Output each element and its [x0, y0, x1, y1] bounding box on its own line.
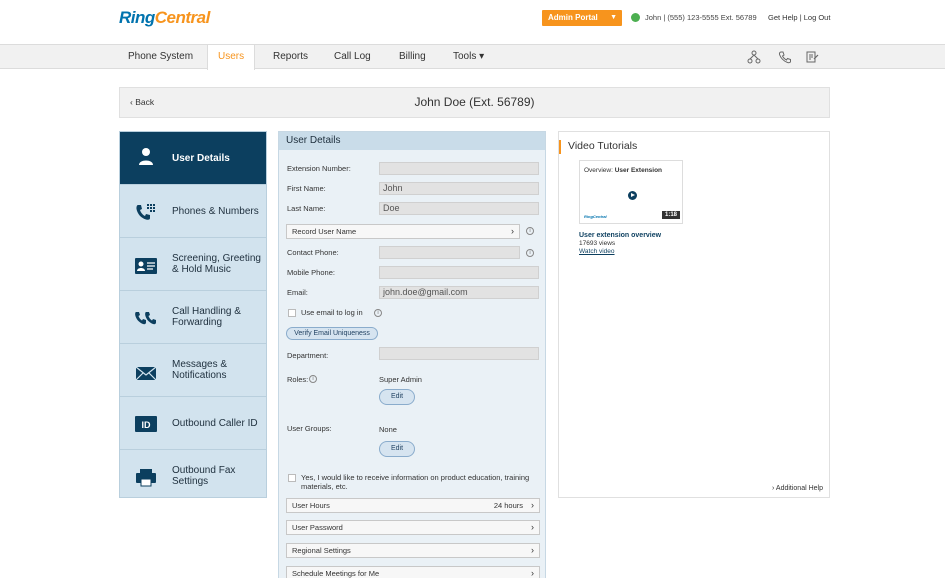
nav-reports[interactable]: Reports — [273, 45, 308, 69]
page-header: ‹ Back John Doe (Ext. 56789) — [119, 87, 830, 118]
chevron-right-icon: › — [531, 522, 534, 532]
fax-icon — [136, 469, 156, 487]
status-check-icon — [631, 13, 640, 22]
additional-help-link[interactable]: › Additional Help — [772, 485, 823, 492]
info-icon[interactable]: i — [309, 375, 317, 383]
use-email-login-label: Use email to log in — [301, 308, 363, 317]
form-title: User Details — [279, 132, 545, 150]
chevron-right-icon: › — [531, 568, 534, 578]
sidebar-item-screening-greeting[interactable]: Screening, Greeting & Hold Music — [120, 238, 266, 291]
video-views: 17693 views — [579, 240, 616, 247]
user-hours-value: 24 hours — [493, 501, 523, 510]
caller-id-icon: ID — [135, 416, 157, 432]
chevron-down-icon: ▼ — [610, 14, 617, 21]
fax-compose-icon[interactable] — [805, 50, 819, 64]
call-forward-icon — [135, 312, 156, 325]
opt-in-checkbox[interactable] — [288, 474, 296, 482]
groups-edit-button[interactable]: Edit — [379, 441, 415, 457]
email-field[interactable]: john.doe@gmail.com — [379, 286, 539, 299]
user-details-form: User Details Extension Number: First Nam… — [278, 131, 546, 578]
email-label: Email: — [287, 288, 308, 297]
get-help-link[interactable]: Get Help — [768, 13, 798, 22]
sidebar-item-outbound-fax[interactable]: Outbound Fax Settings — [120, 450, 266, 503]
watch-video-link[interactable]: Watch video — [579, 248, 615, 255]
user-info-text: John | (555) 123-5555 Ext. 56789 — [645, 13, 757, 22]
id-card-icon — [135, 258, 157, 274]
nav-users[interactable]: Users — [207, 45, 256, 70]
user-hours-row[interactable]: User Hours 24 hours › — [286, 498, 540, 513]
video-thumbnail[interactable]: Overview: User Extension RingCentral 1:1… — [579, 160, 683, 224]
accent-bar — [559, 140, 561, 154]
sidebar-item-phones-numbers[interactable]: Phones & Numbers — [120, 185, 266, 238]
department-label: Department: — [287, 351, 329, 360]
roles-edit-button[interactable]: Edit — [379, 389, 415, 405]
settings-sidebar: User Details Phones & Numbers Screening,… — [119, 131, 267, 498]
org-chart-icon[interactable] — [747, 50, 761, 64]
thumbnail-logo: RingCentral — [584, 214, 607, 219]
roles-label: Roles: — [287, 375, 309, 384]
video-tutorials-panel: Video Tutorials Overview: User Extension… — [558, 131, 830, 498]
nav-billing[interactable]: Billing — [399, 45, 426, 69]
ringcentral-logo[interactable]: RingCentral — [119, 8, 210, 28]
department-field[interactable] — [379, 347, 539, 360]
top-links: Get Help | Log Out — [768, 13, 831, 22]
chevron-right-icon: › — [511, 226, 514, 236]
nav-phone-system[interactable]: Phone System — [128, 45, 193, 69]
nav-call-log[interactable]: Call Log — [334, 45, 371, 69]
first-name-field[interactable]: John — [379, 182, 539, 195]
svg-text:ID: ID — [142, 420, 152, 430]
user-groups-label: User Groups: — [287, 424, 332, 433]
nav-tools[interactable]: Tools ▾ — [453, 45, 484, 69]
user-groups-value: None — [379, 425, 397, 434]
envelope-icon — [135, 366, 157, 381]
admin-portal-button[interactable]: Admin Portal ▼ — [542, 10, 622, 26]
chevron-right-icon: › — [531, 500, 534, 510]
video-duration: 1:18 — [661, 211, 680, 219]
sidebar-item-messages[interactable]: Messages & Notifications — [120, 344, 266, 397]
phone-icon[interactable] — [778, 50, 792, 64]
thumbnail-caption: Overview: User Extension — [584, 167, 663, 174]
record-user-name-row[interactable]: Record User Name › — [286, 224, 520, 239]
verify-email-button[interactable]: Verify Email Uniqueness — [286, 327, 378, 340]
regional-settings-row[interactable]: Regional Settings › — [286, 543, 540, 558]
contact-phone-field[interactable] — [379, 246, 520, 259]
user-icon — [139, 148, 153, 165]
last-name-label: Last Name: — [287, 204, 326, 213]
info-icon[interactable]: i — [526, 249, 534, 257]
video-name: User extension overview — [579, 232, 662, 239]
mobile-phone-label: Mobile Phone: — [287, 268, 335, 277]
chevron-right-icon: › — [531, 545, 534, 555]
play-icon[interactable] — [628, 191, 637, 200]
first-name-label: First Name: — [287, 184, 326, 193]
contact-phone-label: Contact Phone: — [287, 248, 339, 257]
video-tutorials-title: Video Tutorials — [568, 140, 638, 152]
mobile-phone-field[interactable] — [379, 266, 539, 279]
opt-in-label: Yes, I would like to receive information… — [301, 473, 530, 491]
roles-value: Super Admin — [379, 375, 422, 384]
extension-label: Extension Number: — [287, 164, 351, 173]
main-nav: Phone System Users Reports Call Log Bill… — [0, 44, 945, 70]
sidebar-item-outbound-caller-id[interactable]: ID Outbound Caller ID — [120, 397, 266, 450]
log-out-link[interactable]: Log Out — [804, 13, 831, 22]
sidebar-item-call-handling[interactable]: Call Handling & Forwarding — [120, 291, 266, 344]
info-icon[interactable]: i — [374, 309, 382, 317]
info-icon[interactable]: i — [526, 227, 534, 235]
user-password-row[interactable]: User Password › — [286, 520, 540, 535]
page-title: John Doe (Ext. 56789) — [414, 95, 535, 109]
extension-field[interactable] — [379, 162, 539, 175]
last-name-field[interactable]: Doe — [379, 202, 539, 215]
sidebar-item-user-details[interactable]: User Details — [120, 132, 266, 185]
use-email-login-checkbox[interactable] — [288, 309, 296, 317]
phone-keypad-icon — [136, 204, 155, 220]
schedule-meetings-row[interactable]: Schedule Meetings for Me › — [286, 566, 540, 578]
